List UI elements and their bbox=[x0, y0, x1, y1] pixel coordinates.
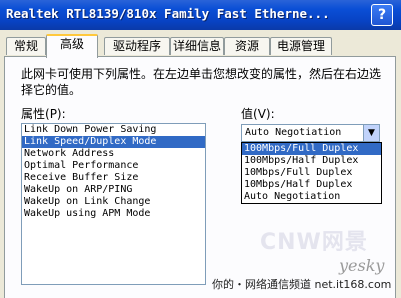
combo-selected-value: Auto Negotiation bbox=[245, 127, 342, 138]
list-item[interactable]: WakeUp using APM Mode bbox=[22, 208, 205, 220]
value-combobox[interactable]: Auto Negotiation ▼ bbox=[241, 124, 380, 142]
chevron-down-icon[interactable]: ▼ bbox=[363, 125, 379, 141]
tab-driver[interactable]: 驱动程序 bbox=[104, 37, 170, 55]
window-title: Realtek RTL8139/810x Family Fast Etherne… bbox=[6, 6, 330, 21]
panel-description: 此网卡可使用下列属性。在左边单击您想改变的属性，然后在右边选择它的值。 bbox=[21, 67, 382, 97]
list-item[interactable]: Link Down Power Saving bbox=[22, 124, 205, 136]
property-label-text: 属性 bbox=[21, 107, 46, 121]
list-item[interactable]: Optimal Performance bbox=[22, 160, 205, 172]
dropdown-option[interactable]: 10Mbps/Half Duplex bbox=[242, 179, 381, 191]
list-item-selected[interactable]: Link Speed/Duplex Mode bbox=[22, 136, 205, 148]
dropdown-option-highlighted[interactable]: 100Mbps/Full Duplex bbox=[242, 143, 381, 155]
tab-strip: 常规 高级 驱动程序 详细信息 资源 电源管理 bbox=[0, 34, 401, 58]
tab-advanced[interactable]: 高级 bbox=[46, 34, 98, 58]
tab-general[interactable]: 常规 bbox=[6, 37, 46, 55]
value-label-text: 值 bbox=[241, 107, 254, 121]
property-label-accel: (P): bbox=[45, 107, 66, 121]
tab-details[interactable]: 详细信息 bbox=[170, 37, 224, 55]
watermark-logo: yesky bbox=[339, 256, 385, 275]
watermark-text: 你的・网络通信频道 net.it168.com bbox=[212, 278, 392, 291]
property-listbox[interactable]: Link Down Power Saving Link Speed/Duplex… bbox=[21, 123, 206, 285]
tab-resources[interactable]: 资源 bbox=[224, 37, 270, 55]
list-item[interactable]: Receive Buffer Size bbox=[22, 172, 205, 184]
watermark-cnw: CNW网景 bbox=[260, 230, 368, 255]
help-button[interactable]: ? bbox=[371, 4, 393, 26]
list-item[interactable]: WakeUp on ARP/PING bbox=[22, 184, 205, 196]
value-label-accel: (V): bbox=[253, 107, 275, 121]
dropdown-option[interactable]: 100Mbps/Half Duplex bbox=[242, 155, 381, 167]
list-item[interactable]: WakeUp on Link Change bbox=[22, 196, 205, 208]
property-label: 属性(P): bbox=[21, 105, 66, 122]
list-item[interactable]: Network Address bbox=[22, 148, 205, 160]
value-dropdown-list[interactable]: 100Mbps/Full Duplex 100Mbps/Half Duplex … bbox=[241, 142, 382, 204]
tab-power-management[interactable]: 电源管理 bbox=[270, 37, 332, 55]
dropdown-option[interactable]: 10Mbps/Full Duplex bbox=[242, 167, 381, 179]
advanced-panel: 此网卡可使用下列属性。在左边单击您想改变的属性，然后在右边选择它的值。 属性(P… bbox=[4, 56, 396, 298]
title-bar: Realtek RTL8139/810x Family Fast Etherne… bbox=[0, 0, 401, 30]
dropdown-option[interactable]: Auto Negotiation bbox=[242, 191, 381, 203]
value-label: 值(V): bbox=[241, 105, 275, 122]
